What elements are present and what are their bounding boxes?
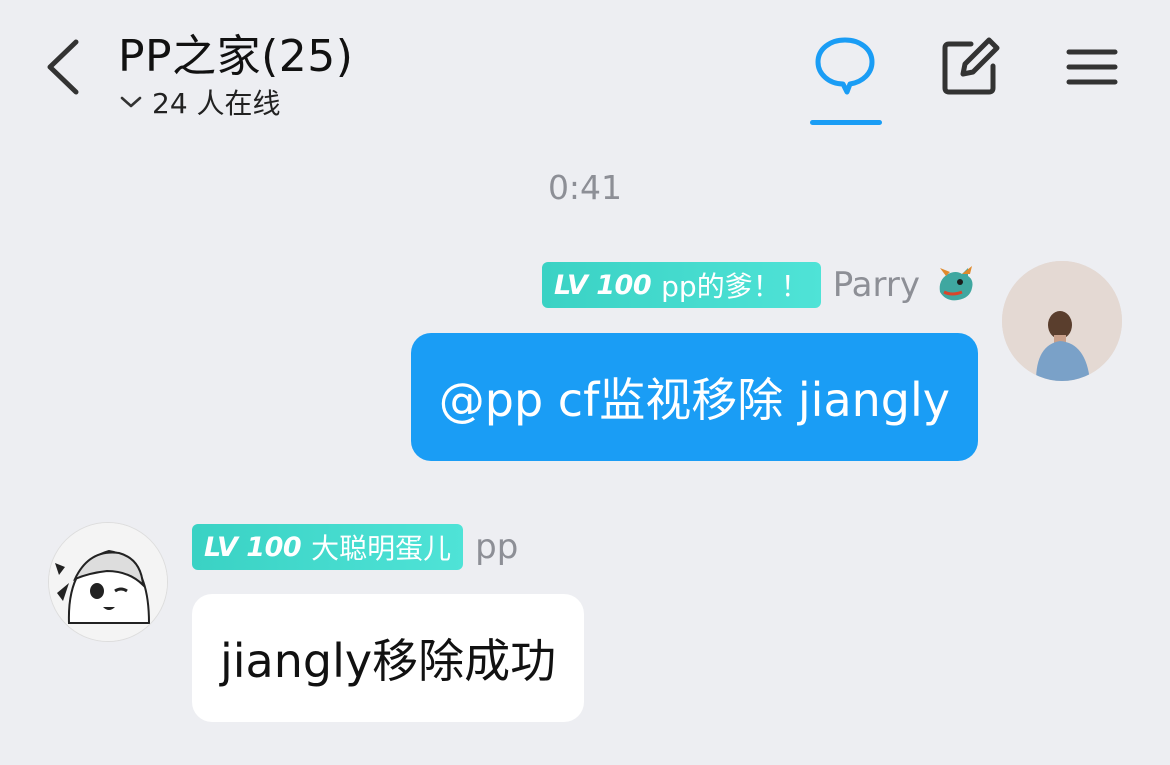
chat-bubble-icon bbox=[815, 37, 875, 95]
level-label: LV 100 bbox=[553, 269, 652, 301]
message-timestamp: 0:41 bbox=[547, 168, 623, 207]
sender-meta-pp: LV 100 大聪明蛋儿 pp bbox=[192, 523, 518, 571]
chat-header: PP之家(25) 24 人在线 bbox=[0, 0, 1170, 130]
active-tab-indicator bbox=[810, 120, 882, 125]
chevron-down-icon bbox=[120, 96, 142, 108]
online-count-label: 24 人在线 bbox=[152, 87, 281, 120]
avatar-parry[interactable] bbox=[1002, 261, 1122, 381]
dragon-icon bbox=[939, 266, 973, 301]
person-photo-icon bbox=[1002, 261, 1122, 381]
menu-button[interactable] bbox=[1059, 34, 1125, 100]
menu-icon bbox=[1066, 49, 1118, 85]
sender-name[interactable]: pp bbox=[475, 527, 518, 567]
sender-meta-parry: LV 100 pp的爹！！ Parry bbox=[541, 261, 978, 309]
message-bubble-incoming[interactable]: jiangly移除成功 bbox=[192, 594, 585, 722]
sender-name[interactable]: Parry bbox=[833, 265, 920, 305]
level-badge: LV 100 pp的爹！！ bbox=[541, 262, 821, 308]
badge-title: pp的爹！！ bbox=[661, 270, 809, 303]
level-badge: LV 100 大聪明蛋儿 bbox=[192, 524, 464, 570]
edit-button[interactable] bbox=[937, 34, 1003, 100]
edit-icon bbox=[942, 37, 1000, 95]
anime-avatar-icon bbox=[49, 523, 167, 641]
back-arrow-icon bbox=[47, 39, 79, 95]
avatar-pp[interactable] bbox=[48, 522, 168, 642]
online-count[interactable]: 24 人在线 bbox=[118, 82, 281, 122]
chat-tab-button[interactable] bbox=[812, 34, 878, 100]
level-label: LV 100 bbox=[204, 531, 302, 563]
badge-title: 大聪明蛋儿 bbox=[311, 532, 452, 565]
group-title[interactable]: PP之家(25) bbox=[118, 20, 353, 84]
chat-screen: PP之家(25) 24 人在线 0:41 LV 100 pp的爹！！ Parry… bbox=[0, 0, 1170, 765]
back-button[interactable] bbox=[40, 36, 92, 98]
message-bubble-outgoing[interactable]: @pp cf监视移除 jiangly bbox=[410, 333, 978, 461]
